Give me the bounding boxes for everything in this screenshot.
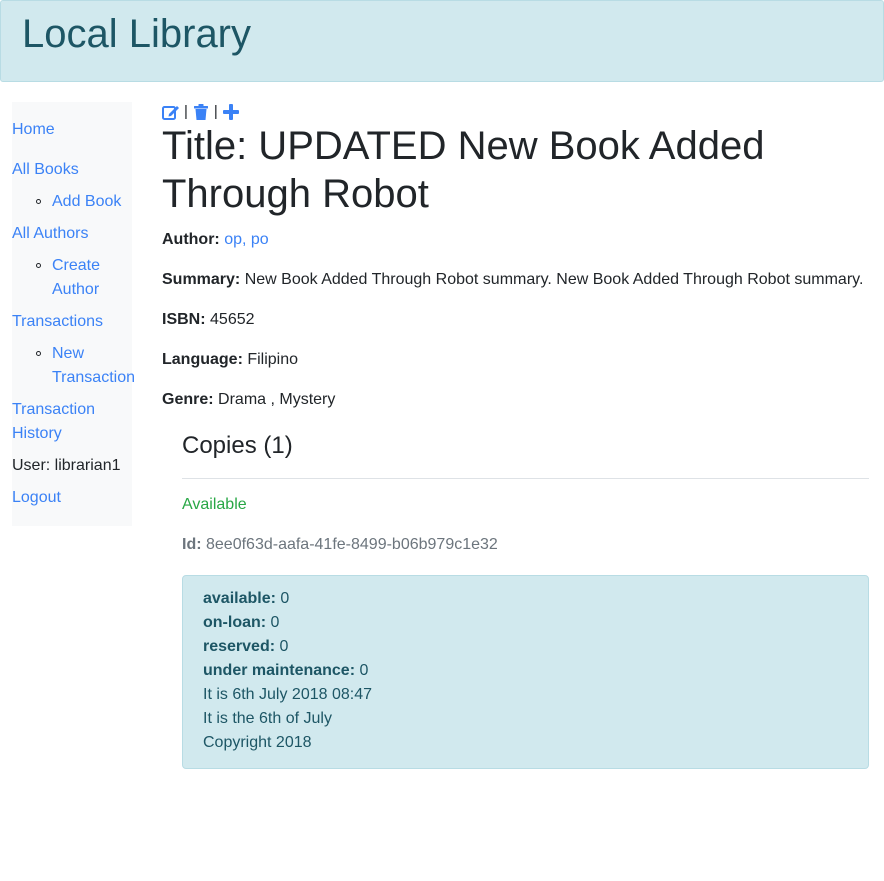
summary-field: Summary: New Book Added Through Robot su… (162, 268, 863, 292)
plus-icon[interactable] (222, 103, 240, 121)
book-actions: | | (162, 102, 240, 122)
create-author-line2: Author (52, 281, 100, 298)
summary-label: Summary: (162, 271, 241, 288)
stat-onloan: on-loan: 0 (203, 611, 848, 635)
action-separator: | (184, 103, 188, 120)
edit-icon[interactable] (162, 103, 180, 121)
current-user: User: librarian1 (12, 457, 121, 474)
stat-reserved: reserved: 0 (203, 635, 848, 659)
sidebar-item-new-transaction[interactable]: New Transaction (52, 342, 135, 390)
isbn-field: ISBN: 45652 (162, 308, 255, 332)
stat-available-label: available: (203, 590, 276, 607)
language-field: Language: Filipino (162, 348, 298, 372)
sidebar-item-all-authors[interactable]: All Authors (12, 222, 88, 246)
date-line: It is 6th July 2018 08:47 (203, 686, 372, 703)
stat-reserved-value: 0 (279, 638, 289, 655)
genre-label: Genre: (162, 391, 214, 408)
stat-onloan-label: on-loan: (203, 614, 267, 631)
sidebar-item-home[interactable]: Home (12, 118, 55, 142)
bullet-icon (36, 351, 41, 356)
copyright-text: Copyright 2018 (203, 734, 312, 751)
isbn-value: 45652 (210, 311, 255, 328)
date-line-2: It is the 6th of July (203, 710, 332, 727)
site-header: Local Library (0, 0, 884, 82)
stat-available-value: 0 (280, 590, 290, 607)
trash-icon[interactable] (192, 103, 210, 121)
stat-available: available: 0 (203, 587, 848, 611)
sidebar-item-add-book[interactable]: Add Book (52, 190, 121, 214)
transaction-history-line1: Transaction (12, 401, 95, 418)
copies-divider (182, 478, 869, 479)
copies-heading: Copies (1) (182, 432, 293, 459)
language-label: Language: (162, 351, 243, 368)
book-title-line2: Through Robot (162, 172, 429, 216)
author-label: Author: (162, 231, 220, 248)
author-link[interactable]: op, po (224, 231, 268, 248)
transaction-history-line2: History (12, 425, 62, 442)
stat-reserved-label: reserved: (203, 638, 276, 655)
sidebar-item-logout[interactable]: Logout (12, 486, 61, 510)
site-title: Local Library (22, 12, 252, 56)
stat-maintenance: under maintenance: 0 (203, 659, 848, 683)
sidebar: Home All Books Add Book All Authors Crea… (12, 102, 135, 526)
genre-value: Drama , Mystery (218, 391, 336, 408)
copy-stats-box: available: 0 on-loan: 0 reserved: 0 unde… (182, 575, 869, 769)
genre-field: Genre: Drama , Mystery (162, 388, 335, 412)
isbn-label: ISBN: (162, 311, 206, 328)
stat-maintenance-label: under maintenance: (203, 662, 356, 679)
sidebar-item-transactions[interactable]: Transactions (12, 310, 103, 334)
new-transaction-line2: Transaction (52, 369, 135, 386)
action-separator: | (213, 103, 218, 120)
copy-id-value: 8ee0f63d-aafa-41fe-8499-b06b979c1e32 (206, 536, 498, 553)
book-title: Title: UPDATED New Book Added Through Ro… (162, 122, 872, 218)
stat-maintenance-value: 0 (359, 662, 369, 679)
copy-id: Id: 8ee0f63d-aafa-41fe-8499-b06b979c1e32 (182, 533, 498, 557)
author-field: Author: op, po (162, 228, 269, 252)
sidebar-item-transaction-history[interactable]: Transaction History (12, 398, 95, 446)
new-transaction-line1: New (52, 345, 85, 362)
create-author-line1: Create (52, 257, 101, 274)
bullet-icon (36, 263, 41, 268)
book-title-line1: Title: UPDATED New Book Added (162, 124, 765, 168)
stat-onloan-value: 0 (270, 614, 280, 631)
sidebar-item-all-books[interactable]: All Books (12, 158, 79, 182)
sidebar-item-create-author[interactable]: Create Author (52, 254, 100, 302)
summary-value: New Book Added Through Robot summary. Ne… (244, 271, 864, 288)
language-value: Filipino (247, 351, 299, 368)
copy-status: Available (182, 496, 247, 513)
bullet-icon (36, 199, 41, 204)
copy-id-label: Id: (182, 536, 202, 553)
